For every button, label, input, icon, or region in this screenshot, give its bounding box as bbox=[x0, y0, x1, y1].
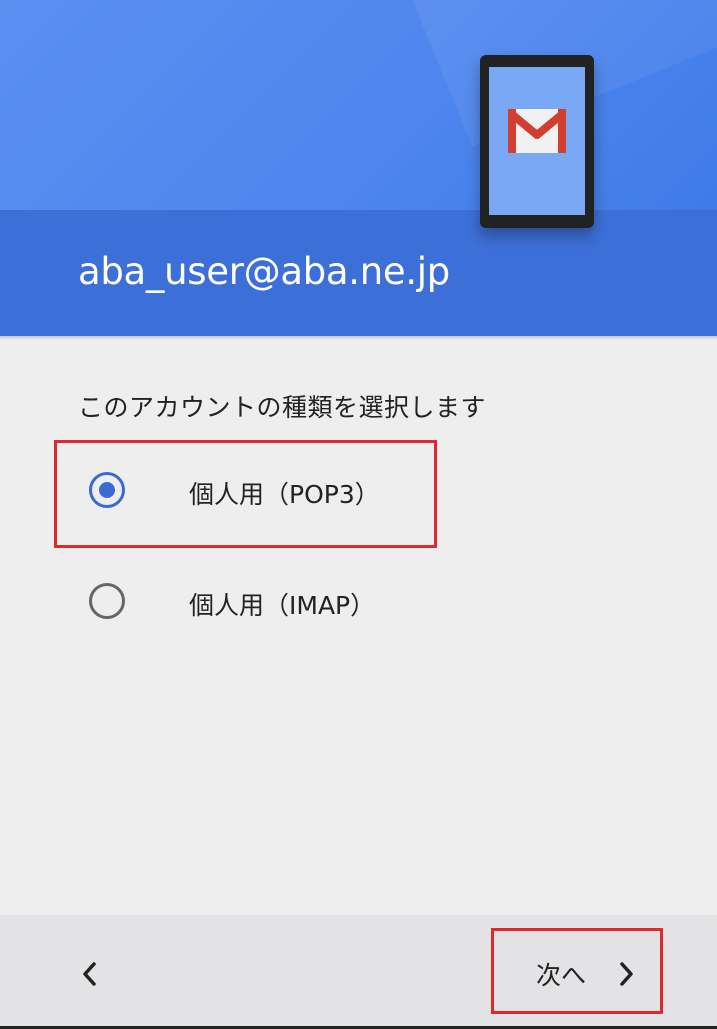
phone-screen bbox=[489, 67, 585, 215]
option-imap[interactable]: 個人用（IMAP） bbox=[56, 556, 676, 646]
account-email: aba_user@aba.ne.jp bbox=[78, 250, 450, 293]
option-imap-label: 個人用（IMAP） bbox=[189, 591, 376, 620]
phone-illustration bbox=[480, 55, 594, 228]
next-highlight-box bbox=[491, 928, 663, 1014]
radio-imap[interactable] bbox=[89, 583, 125, 619]
chevron-left-icon bbox=[83, 962, 96, 986]
header-shadow bbox=[0, 336, 717, 340]
pop3-highlight-box bbox=[54, 440, 437, 548]
gmail-icon bbox=[508, 109, 566, 153]
account-type-prompt: このアカウントの種類を選択します bbox=[78, 393, 487, 422]
account-header: aba_user@aba.ne.jp bbox=[0, 0, 717, 336]
back-button[interactable] bbox=[60, 945, 120, 1001]
